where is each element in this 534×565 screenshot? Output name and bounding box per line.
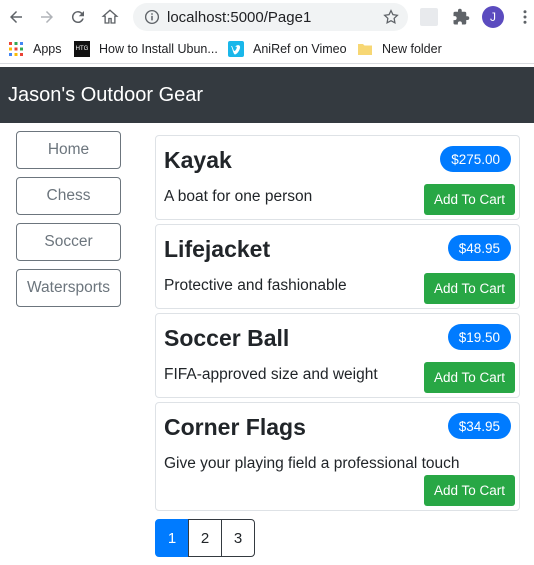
category-watersports-button[interactable]: Watersports	[16, 269, 121, 307]
price-badge: $275.00	[440, 146, 511, 172]
product-card: Soccer Ball $19.50 FIFA-approved size an…	[155, 313, 520, 398]
store-title: Jason's Outdoor Gear	[8, 84, 204, 106]
product-description: Protective and fashionable	[164, 277, 347, 294]
price-badge: $19.50	[447, 324, 511, 350]
product-description: Give your playing field a professional t…	[164, 455, 460, 472]
reload-icon[interactable]	[66, 5, 90, 29]
bookmark-label: Apps	[33, 42, 62, 56]
product-card: Corner Flags $34.95 Give your playing fi…	[155, 402, 520, 511]
bookmark-star-icon[interactable]	[382, 8, 400, 26]
category-soccer-button[interactable]: Soccer	[16, 223, 121, 261]
profile-avatar[interactable]: J	[482, 6, 504, 28]
address-bar[interactable]: localhost:5000/Page1	[133, 3, 408, 31]
bookmark-htg[interactable]: HTG How to Install Ubun...	[74, 40, 218, 58]
bookmark-vimeo[interactable]: AniRef on Vimeo	[228, 40, 347, 58]
bookmarks-bar: Apps HTG How to Install Ubun... AniRef o…	[0, 34, 534, 64]
htg-favicon-icon: HTG	[74, 41, 90, 57]
vimeo-icon	[228, 41, 244, 57]
extensions-puzzle-icon[interactable]	[449, 5, 473, 29]
extension-icon[interactable]	[420, 8, 438, 26]
folder-icon	[358, 44, 372, 55]
browser-toolbar: localhost:5000/Page1 J	[0, 0, 534, 34]
apps-grid-icon	[9, 42, 23, 56]
page-2-button[interactable]: 2	[188, 519, 222, 557]
info-icon[interactable]	[143, 8, 161, 26]
product-description: FIFA-approved size and weight	[164, 366, 378, 383]
category-chess-button[interactable]: Chess	[16, 177, 121, 215]
product-name: Corner Flags	[164, 414, 306, 440]
forward-icon[interactable]	[35, 5, 59, 29]
page-1-button[interactable]: 1	[155, 519, 189, 557]
add-to-cart-button[interactable]: Add To Cart	[424, 362, 515, 393]
add-to-cart-button[interactable]: Add To Cart	[424, 273, 515, 304]
product-card: Kayak $275.00 A boat for one person Add …	[155, 135, 520, 220]
product-card: Lifejacket $48.95 Protective and fashion…	[155, 224, 520, 309]
price-badge: $48.95	[447, 235, 511, 261]
bookmark-apps[interactable]: Apps	[8, 40, 62, 58]
bookmark-label: New folder	[382, 42, 442, 56]
add-to-cart-button[interactable]: Add To Cart	[424, 184, 515, 215]
category-home-button[interactable]: Home	[16, 131, 121, 169]
product-description: A boat for one person	[164, 188, 313, 205]
bookmark-label: AniRef on Vimeo	[253, 42, 347, 56]
product-name: Soccer Ball	[164, 325, 290, 351]
home-icon[interactable]	[98, 5, 122, 29]
add-to-cart-button[interactable]: Add To Cart	[424, 475, 515, 506]
page-3-button[interactable]: 3	[221, 519, 255, 557]
menu-kebab-icon[interactable]	[513, 5, 534, 29]
price-badge: $34.95	[447, 413, 511, 439]
url-text[interactable]: localhost:5000/Page1	[167, 9, 311, 26]
back-icon[interactable]	[4, 5, 28, 29]
bookmark-label: How to Install Ubun...	[99, 42, 218, 56]
app-header: Jason's Outdoor Gear	[0, 67, 534, 123]
bookmark-folder[interactable]: New folder	[357, 40, 442, 58]
product-name: Lifejacket	[164, 236, 271, 262]
product-name: Kayak	[164, 147, 232, 173]
